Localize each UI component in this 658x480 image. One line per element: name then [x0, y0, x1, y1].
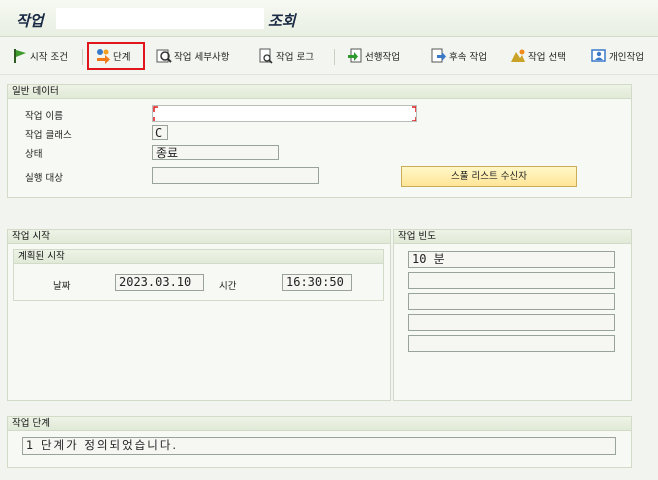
job-start-header: 작업 시작: [8, 230, 390, 244]
job-class-field[interactable]: C: [152, 125, 168, 140]
title-redaction: [56, 8, 264, 29]
job-details-button[interactable]: 작업 세부사항: [156, 47, 229, 65]
time-label: 시간: [219, 281, 237, 292]
job-steps-header: 작업 단계: [8, 417, 631, 431]
own-jobs-label: 개인작업: [609, 52, 644, 63]
job-log-button[interactable]: 작업 로그: [258, 47, 314, 65]
exec-target-field[interactable]: [152, 167, 319, 184]
start-condition-button[interactable]: 시작 조건: [12, 47, 68, 65]
job-select-button[interactable]: 작업 선택: [510, 47, 566, 65]
spool-list-recipient-button[interactable]: 스풀 리스트 수신자: [401, 166, 577, 187]
status-label: 상태: [25, 149, 43, 160]
predecessor-icon: [347, 48, 363, 64]
job-select-label: 작업 선택: [528, 52, 566, 63]
steps-button-highlight: [87, 42, 145, 70]
frequency-row: [408, 335, 615, 352]
title-bar: 작업 조회: [0, 0, 658, 37]
date-field[interactable]: 2023.03.10: [115, 274, 204, 291]
job-class-label: 작업 클래스: [25, 130, 72, 141]
planned-start-header: 계획된 시작: [14, 250, 383, 264]
job-frequency-group: 작업 빈도 10 분: [393, 229, 632, 401]
successor-button[interactable]: 후속 작업: [431, 47, 487, 65]
job-log-icon: [258, 48, 274, 64]
job-steps-message: 1 단계가 정의되었습니다.: [22, 437, 616, 455]
general-data-header: 일반 데이터: [8, 85, 631, 99]
toolbar-separator: [334, 49, 335, 65]
general-data-group: 일반 데이터 작업 이름 작업 클래스 C 상태 종료 실행 대상 스풀 리스트…: [7, 84, 632, 198]
time-field[interactable]: 16:30:50: [282, 274, 352, 291]
job-log-label: 작업 로그: [276, 52, 314, 63]
own-jobs-button[interactable]: 개인작업: [591, 47, 644, 65]
job-select-icon: [510, 48, 526, 64]
job-name-label: 작업 이름: [25, 111, 63, 122]
job-name-field[interactable]: [152, 105, 417, 122]
planned-start-group: 계획된 시작 날짜 2023.03.10 시간 16:30:50: [13, 249, 384, 301]
toolbar-separator: [82, 49, 83, 65]
page-title-suffix: 조회: [268, 12, 296, 30]
frequency-row: 10 분: [408, 251, 615, 268]
predecessor-button[interactable]: 선행작업: [347, 47, 400, 65]
frequency-row: [408, 272, 615, 289]
job-frequency-header: 작업 빈도: [394, 230, 631, 244]
job-start-group: 작업 시작 계획된 시작 날짜 2023.03.10 시간 16:30:50: [7, 229, 391, 401]
flag-icon: [12, 48, 28, 64]
frequency-row: [408, 314, 615, 331]
status-field: 종료: [152, 145, 279, 160]
job-details-label: 작업 세부사항: [174, 52, 230, 63]
job-name-corner-marks: [153, 106, 416, 121]
successor-label: 후속 작업: [449, 52, 487, 63]
frequency-row: [408, 293, 615, 310]
job-steps-group: 작업 단계 1 단계가 정의되었습니다.: [7, 416, 632, 468]
start-condition-label: 시작 조건: [30, 52, 68, 63]
job-details-icon: [156, 48, 172, 64]
predecessor-label: 선행작업: [365, 52, 400, 63]
page-title-prefix: 작업: [16, 12, 44, 30]
successor-icon: [431, 48, 447, 64]
own-jobs-icon: [591, 48, 607, 64]
exec-target-label: 실행 대상: [25, 173, 63, 184]
date-label: 날짜: [53, 281, 71, 292]
